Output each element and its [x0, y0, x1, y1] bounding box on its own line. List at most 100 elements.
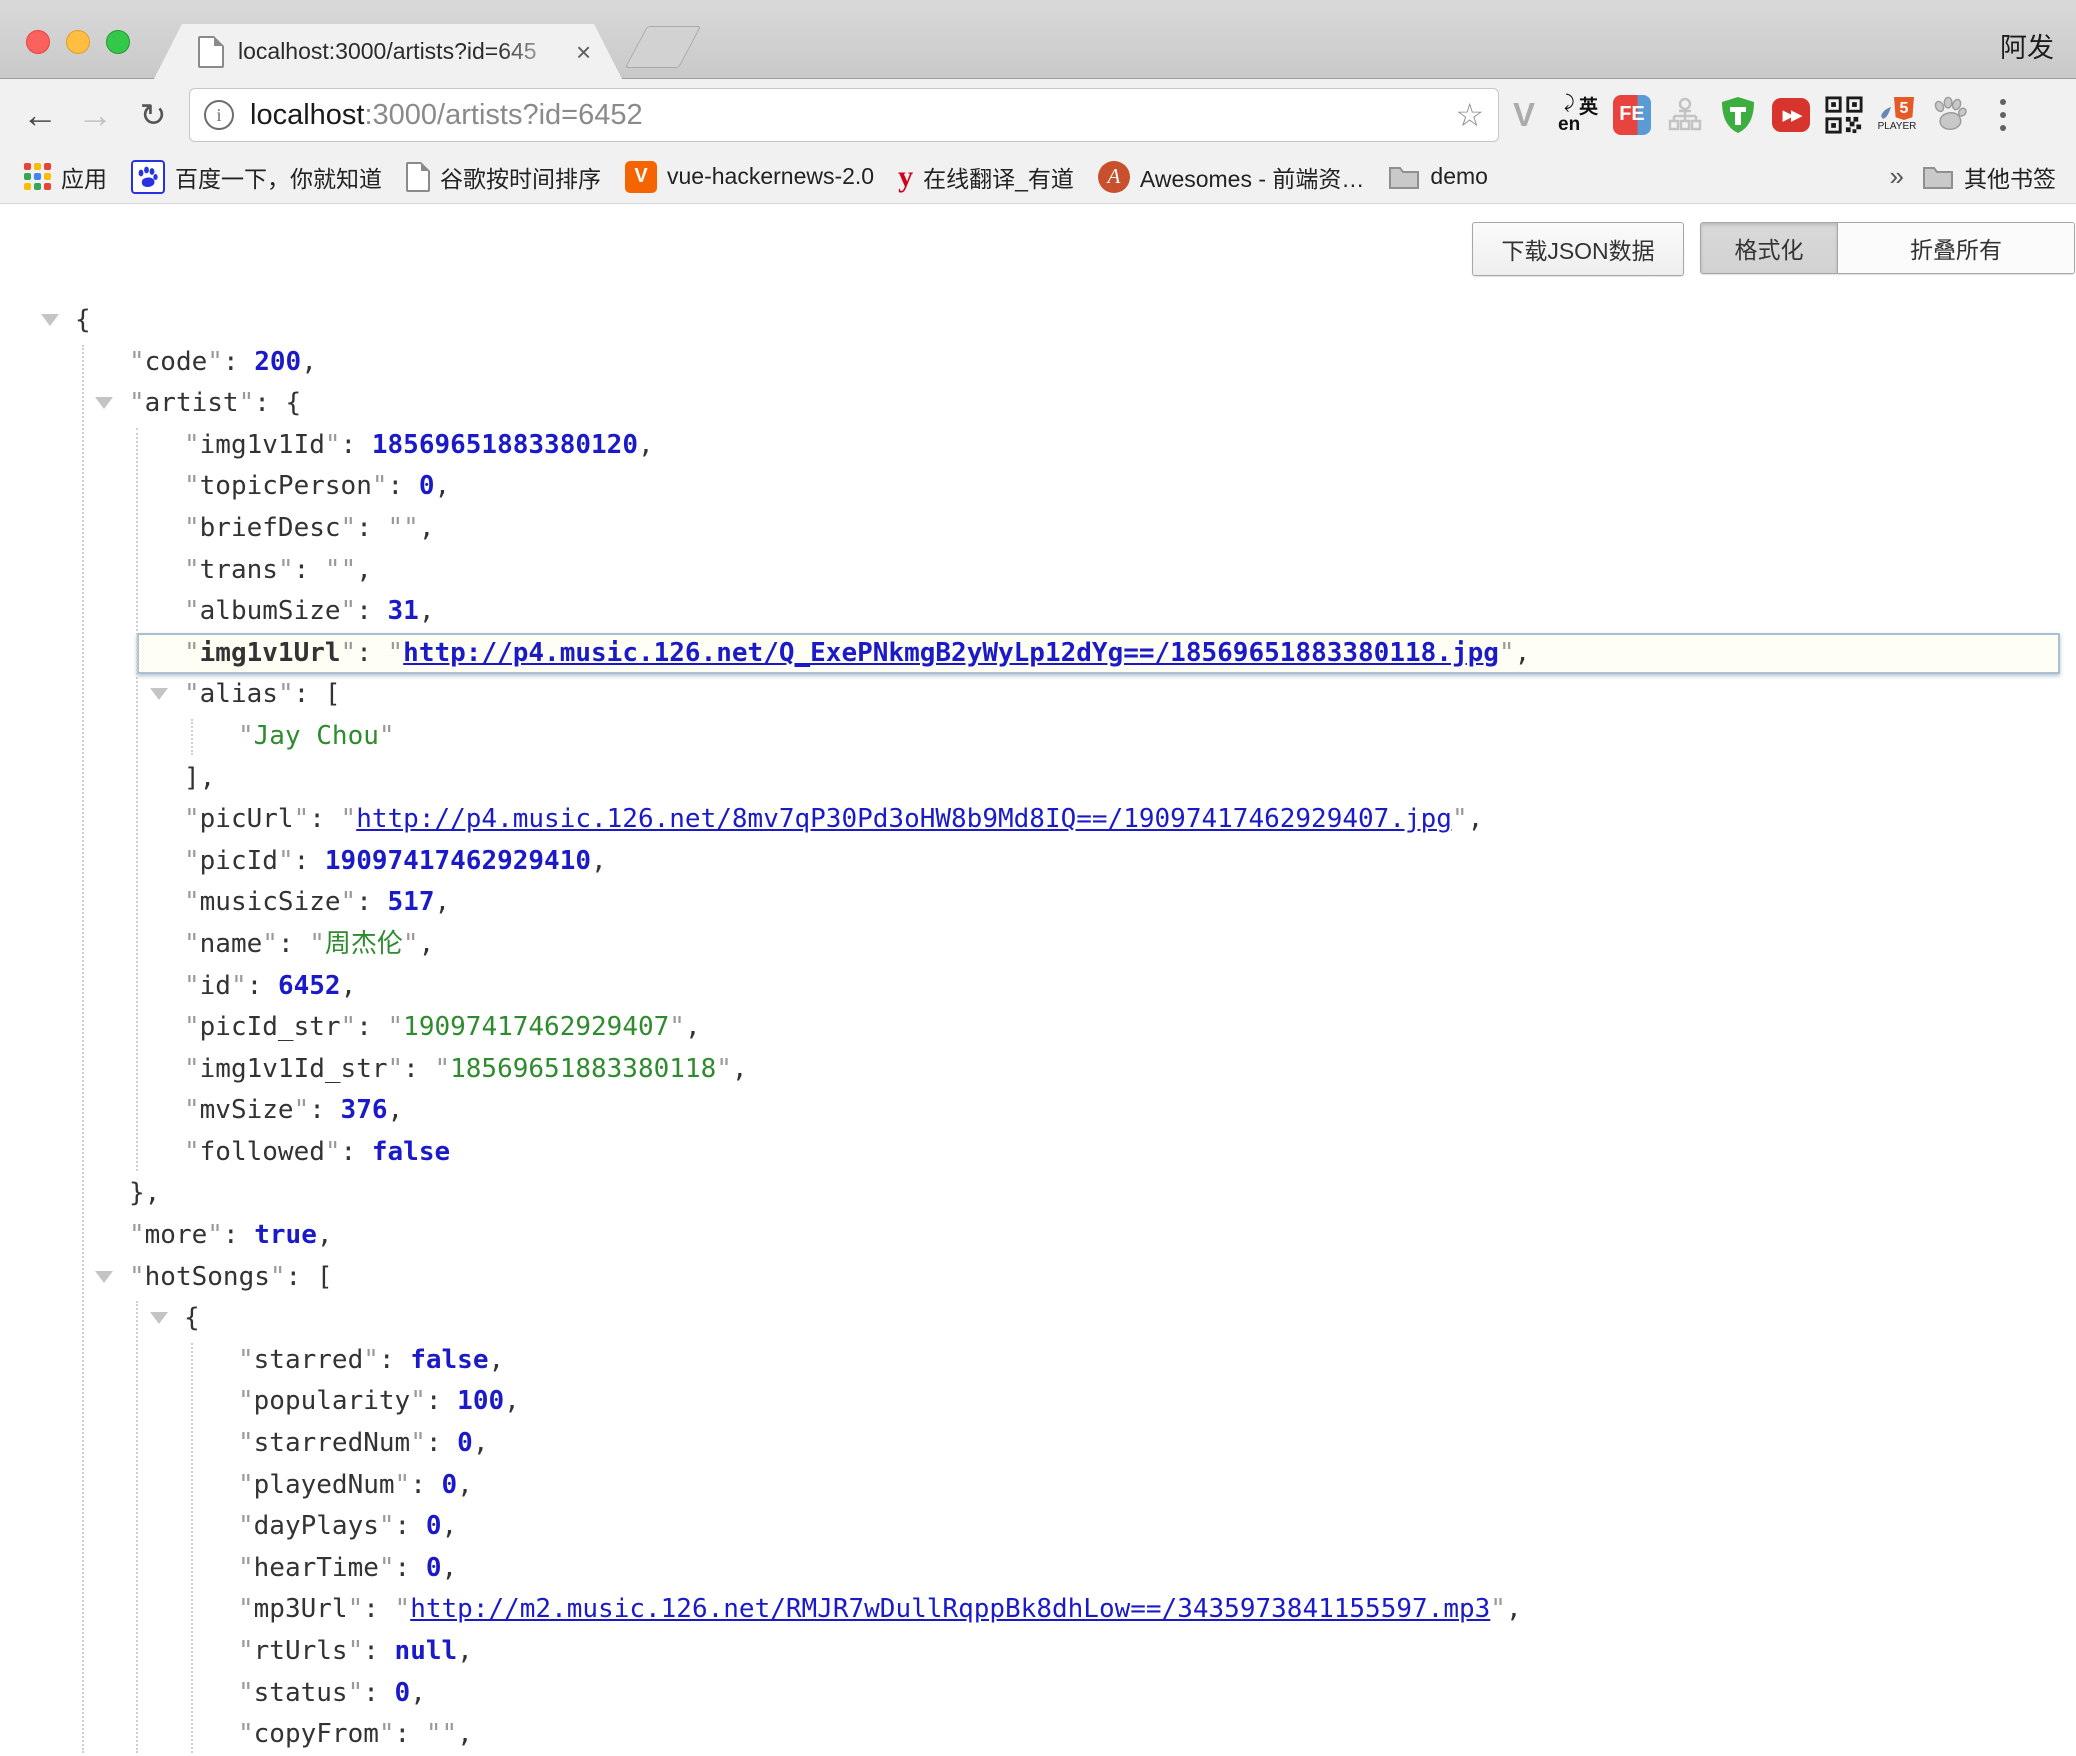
json-line: "starredNum": 0, — [0, 1423, 2076, 1465]
json-line-text: "more": true, — [0, 1220, 333, 1250]
json-line: "hotSongs": [ — [0, 1257, 2076, 1299]
baidu-paw-icon — [131, 160, 165, 194]
json-line: "mvSize": 376, — [0, 1090, 2076, 1132]
minimize-window-button[interactable] — [66, 30, 90, 54]
json-line: "code": 200, — [0, 342, 2076, 384]
json-line-text: }, — [0, 1178, 160, 1208]
tab-strip: localhost:3000/artists?id=645 × 阿发 — [0, 0, 2076, 79]
json-line-text: "Jay Chou" — [0, 721, 395, 751]
fullscreen-window-button[interactable] — [106, 30, 130, 54]
player-label: PLAYER — [1878, 121, 1917, 132]
json-line: "topicPerson": 0, — [0, 466, 2076, 508]
sitemap-extension-icon[interactable] — [1666, 94, 1704, 136]
forward-button[interactable]: → — [70, 79, 120, 150]
json-line: "hearTime": 0, — [0, 1548, 2076, 1590]
json-line: "dayPlays": 0, — [0, 1506, 2076, 1548]
page-content: 下载JSON数据 格式化 折叠所有 { "code": 200, "artist":… — [0, 204, 2076, 1754]
bookmark-youdao[interactable]: y 在线翻译_有道 — [898, 160, 1074, 194]
json-line-text: "starred": false, — [0, 1345, 504, 1375]
json-line-text: "artist": { — [0, 388, 301, 418]
tab-title: localhost:3000/artists?id=645 — [238, 38, 568, 65]
bookmark-label: demo — [1430, 163, 1488, 190]
translate-extension-icon[interactable]: 英 ⤸ en — [1558, 94, 1598, 136]
collapse-all-button[interactable]: 折叠所有 — [1838, 223, 2074, 273]
close-window-button[interactable] — [26, 30, 50, 54]
json-line: "briefDesc": "", — [0, 508, 2076, 550]
json-link[interactable]: http://p4.music.126.net/8mv7qP30Pd3oHW8b… — [356, 804, 1452, 834]
html5-player-icon[interactable]: 5 PLAYER — [1878, 94, 1916, 136]
fe-extension-icon[interactable]: FE — [1613, 94, 1651, 136]
profile-name[interactable]: 阿发 — [2000, 26, 2054, 65]
json-line-text: "trans": "", — [0, 555, 372, 585]
json-line-text: "alias": [ — [0, 679, 341, 709]
bookmark-other-folder[interactable]: 其他书签 — [1922, 160, 2056, 194]
json-line-text: "mvSize": 376, — [0, 1095, 403, 1125]
json-line: "mp3Url": "http://m2.music.126.net/RMJR7… — [0, 1589, 2076, 1631]
bookmark-baidu[interactable]: 百度一下，你就知道 — [131, 160, 382, 194]
json-line-text: "topicPerson": 0, — [0, 471, 450, 501]
vue-devtools-icon[interactable]: V — [1505, 94, 1543, 136]
bookmark-google-sort[interactable]: 谷歌按时间排序 — [406, 160, 601, 194]
view-mode-segmented-control: 格式化 折叠所有 — [1700, 222, 2075, 274]
json-line-text: "name": "周杰伦", — [0, 929, 434, 959]
new-tab-button[interactable] — [625, 26, 701, 68]
json-link[interactable]: http://m2.music.126.net/RMJR7wDullRqppBk… — [410, 1594, 1490, 1624]
extension-icons: V 英 ⤸ en FE ▶▶ — [1505, 79, 2022, 150]
download-json-button[interactable]: 下载JSON数据 — [1472, 222, 1684, 276]
json-line-text: "dayPlays": 0, — [0, 1511, 457, 1541]
json-line: ], — [0, 758, 2076, 800]
json-line-text: "status": 0, — [0, 1678, 426, 1708]
page-icon — [198, 36, 224, 68]
json-line-text: "playedNum": 0, — [0, 1470, 473, 1500]
json-line-text: { — [0, 305, 91, 335]
url-text[interactable]: localhost:3000/artists?id=6452 — [250, 99, 643, 132]
json-line: "status": 0, — [0, 1673, 2076, 1715]
url-host: localhost — [250, 99, 364, 131]
qr-code-icon[interactable] — [1825, 94, 1863, 136]
json-line: { — [0, 300, 2076, 342]
json-line-text: "code": 200, — [0, 347, 317, 377]
video-downloader-icon[interactable]: ▶▶ — [1772, 94, 1810, 136]
bookmark-label: 其他书签 — [1964, 160, 2056, 194]
bookmark-star-icon[interactable]: ☆ — [1455, 96, 1484, 134]
json-line-text: "albumSize": 31, — [0, 596, 434, 626]
bookmark-vue-hackernews[interactable]: V vue-hackernews-2.0 — [625, 161, 874, 193]
json-line: }, — [0, 1173, 2076, 1215]
fastforward-glyph: ▶▶ — [1782, 106, 1799, 124]
reload-button[interactable]: ↻ — [128, 79, 178, 150]
bookmark-apps[interactable]: 应用 — [24, 160, 107, 194]
json-line: "starred": false, — [0, 1340, 2076, 1382]
json-line-text: "rtUrls": null, — [0, 1636, 473, 1666]
address-bar[interactable]: i localhost:3000/artists?id=6452 ☆ — [189, 88, 1499, 142]
json-line-text: "musicSize": 517, — [0, 887, 450, 917]
json-line: "artist": { — [0, 383, 2076, 425]
bookmark-label: Awesomes - 前端资… — [1140, 160, 1365, 194]
bookmark-demo-folder[interactable]: demo — [1388, 163, 1488, 190]
json-line: "img1v1Id_str": "18569651883380118", — [0, 1049, 2076, 1091]
tab-close-icon[interactable]: × — [576, 39, 591, 65]
browser-menu-icon[interactable] — [1984, 94, 2022, 136]
json-line: "copyFrom": "", — [0, 1714, 2076, 1756]
json-line: "img1v1Id": 18569651883380120, — [0, 425, 2076, 467]
json-line: "id": 6452, — [0, 966, 2076, 1008]
json-line-text: "briefDesc": "", — [0, 513, 434, 543]
awesomes-icon: A — [1098, 161, 1130, 193]
bookmarks-overflow-chevron[interactable]: » — [1890, 161, 1904, 192]
page-icon — [406, 162, 430, 192]
url-path: :3000/artists?id=6452 — [364, 99, 642, 131]
json-line: "picUrl": "http://p4.music.126.net/8mv7q… — [0, 799, 2076, 841]
window-controls — [26, 30, 130, 54]
format-button[interactable]: 格式化 — [1701, 223, 1838, 273]
tampermonkey-shield-icon[interactable] — [1719, 94, 1757, 136]
bookmark-awesomes[interactable]: A Awesomes - 前端资… — [1098, 160, 1365, 194]
browser-window: { "window": { "profile_name": "阿发" }, "t… — [0, 0, 2076, 1754]
json-line-text: { — [0, 1303, 200, 1333]
json-line: "picId": 19097417462929410, — [0, 841, 2076, 883]
back-button[interactable]: ← — [15, 79, 65, 150]
paw-extension-icon[interactable] — [1931, 94, 1969, 136]
json-line-text: "img1v1Id": 18569651883380120, — [0, 430, 654, 460]
json-link[interactable]: http://p4.music.126.net/Q_ExePNkmgB2yWyL… — [403, 638, 1499, 668]
json-viewer: { "code": 200, "artist": { "img1v1Id": 1856… — [0, 300, 2076, 1754]
site-info-icon[interactable]: i — [204, 100, 234, 130]
browser-tab[interactable]: localhost:3000/artists?id=645 × — [154, 24, 622, 79]
